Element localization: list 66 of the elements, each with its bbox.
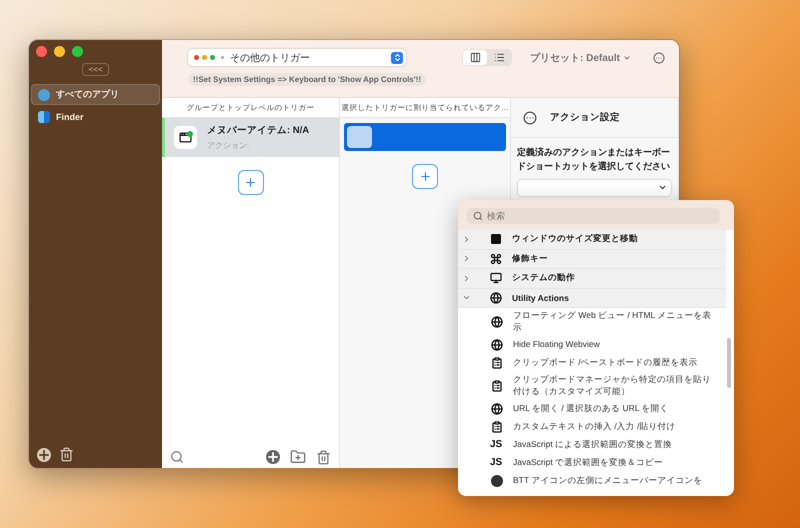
panel-icon: [489, 233, 502, 246]
plus-icon: [244, 176, 257, 189]
category-row[interactable]: ウィンドウのサイズ変更と移動: [458, 230, 726, 250]
sidebar-item[interactable]: すべてのアプリ: [31, 84, 160, 105]
add-icon[interactable]: [266, 450, 280, 464]
finder-app-icon: [38, 111, 50, 123]
globe-icon: [489, 292, 502, 304]
plus-icon: [418, 170, 432, 183]
add-icon[interactable]: [37, 448, 51, 462]
add-action-button[interactable]: [412, 164, 438, 189]
globe-icon: [490, 338, 503, 351]
category-row[interactable]: システムの動作: [458, 269, 726, 288]
search-icon[interactable]: [170, 450, 184, 464]
trigger-row[interactable]: メヌバーアイテム: N/A アクション:: [162, 118, 339, 157]
search-icon: [473, 211, 483, 221]
instruction-text: 定義済みのアクションまたはキーボードショートカットを選択してください: [516, 146, 671, 173]
action-item[interactable]: Hide Floating Webview: [458, 336, 734, 354]
folder-add-icon[interactable]: [290, 449, 306, 465]
close-button[interactable]: [36, 46, 47, 57]
panel-title: アクション設定: [550, 111, 620, 124]
action-item[interactable]: フローティング Web ビュー / HTML メニューを表示: [458, 308, 734, 336]
clipboard-icon: [490, 420, 503, 433]
zoom-button[interactable]: [72, 46, 83, 57]
collapse-sidebar-button[interactable]: <<<: [82, 63, 108, 76]
action-item[interactable]: BTT アイコンの左側にメニューバーアイコンを: [458, 472, 734, 490]
action-item[interactable]: クリップボード /ペーストボードの履歴を表示: [458, 354, 734, 372]
clipboard-icon: [490, 356, 503, 369]
chevron-right-icon: [462, 234, 471, 244]
search-field[interactable]: 検索: [467, 208, 720, 224]
clipboard-icon: [490, 380, 503, 392]
js-icon: JS: [490, 438, 503, 452]
caret-icon: [622, 54, 631, 62]
sidebar-item[interactable]: Finder: [31, 107, 160, 127]
trash-icon[interactable]: [316, 450, 331, 464]
more-icon[interactable]: [523, 110, 537, 124]
monitor-icon: [489, 272, 502, 284]
category-row[interactable]: 修飾キー: [458, 250, 726, 269]
command-icon: [489, 252, 502, 265]
action-row[interactable]: [344, 123, 506, 151]
trigger-title: メヌバーアイテム: N/A: [207, 124, 310, 137]
action-item[interactable]: JS JavaScript で選択範囲を変換＆コピー: [458, 454, 734, 472]
preset-menu[interactable]: プリセット: Default: [530, 50, 631, 64]
chevron-right-icon: [462, 254, 471, 264]
action-item[interactable]: JS JavaScript による選択範囲の変換と置換: [458, 436, 734, 454]
globe-icon: [490, 316, 503, 328]
trigger-subtitle: アクション:: [207, 140, 250, 151]
action-item[interactable]: URL を開く / 選択肢のある URL を開く: [458, 400, 734, 418]
action-item[interactable]: カスタムテキストの挿入 /入力 /貼り付け: [458, 418, 734, 436]
columns-icon: [470, 52, 480, 63]
trash-icon[interactable]: [59, 447, 74, 462]
menubar-icon: [174, 126, 197, 149]
columns-view-button[interactable]: [463, 50, 487, 65]
circle-icon: [490, 474, 503, 487]
category-row[interactable]: Utility Actions: [458, 288, 726, 308]
trigger-select[interactable]: その他のトリガー: [188, 49, 406, 66]
globe-app-icon: [38, 88, 50, 100]
updown-icon: [391, 52, 403, 64]
chevron-right-icon: [462, 274, 471, 283]
minimize-button[interactable]: [54, 46, 65, 57]
action-item[interactable]: クリップボードマネージャから特定の項目を貼り付ける（カスタマイズ可能）: [458, 372, 734, 400]
warning-banner: !!Set System Settings => Keyboard to 'Show App Controls'!!: [188, 73, 426, 86]
more-icon[interactable]: [652, 52, 665, 64]
add-trigger-button[interactable]: [238, 170, 264, 195]
scrollbar[interactable]: [727, 338, 731, 388]
js-icon: JS: [490, 456, 503, 470]
globe-icon: [490, 402, 503, 415]
